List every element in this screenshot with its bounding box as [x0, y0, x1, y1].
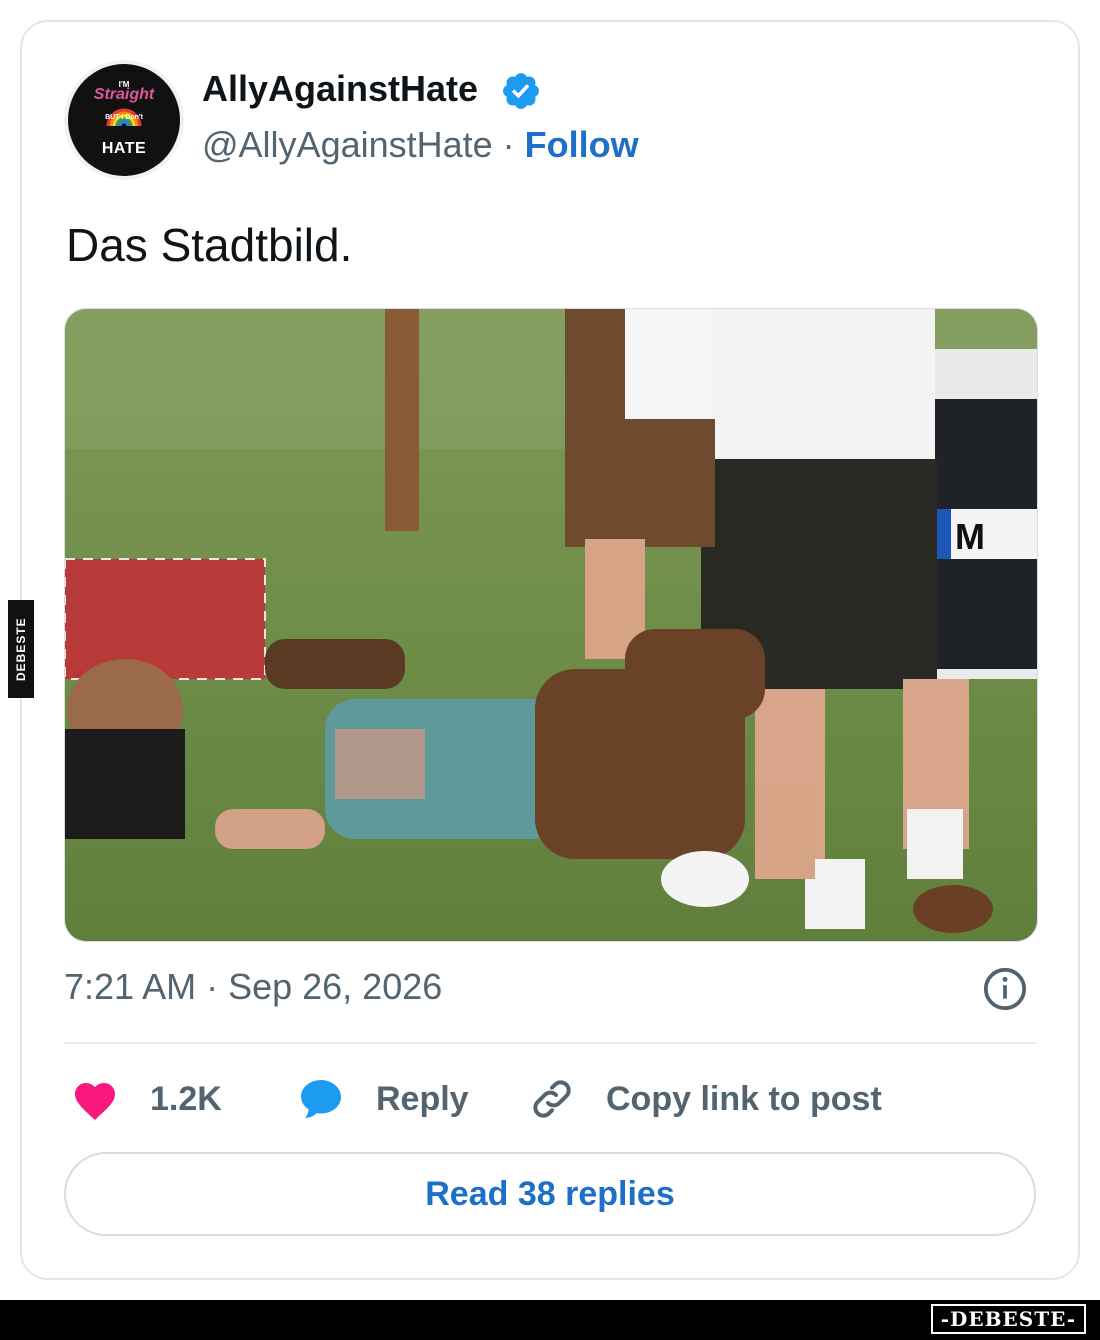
photo-scene: M — [65, 309, 1037, 941]
handle-separator: · — [492, 124, 525, 165]
avatar-text-line3: BUT I Don't — [105, 114, 143, 121]
copy-link-button[interactable]: Copy link to post — [528, 1072, 882, 1126]
tweet-timestamp[interactable]: 7:21 AM · Sep 26, 2026 — [64, 966, 442, 1008]
footer-watermark: -DEBESTE- — [930, 1304, 1086, 1334]
like-button[interactable]: 1.2K — [70, 1072, 222, 1126]
side-watermark: DEBESTE — [8, 600, 34, 698]
follow-button[interactable]: Follow — [525, 124, 639, 165]
license-plate-text: M — [955, 516, 985, 557]
like-count: 1.2K — [150, 1079, 222, 1118]
link-icon — [533, 1080, 571, 1118]
divider — [64, 1042, 1036, 1044]
copy-link-label: Copy link to post — [606, 1079, 882, 1118]
reply-bubble-icon — [301, 1080, 341, 1118]
heart-icon — [75, 1083, 115, 1120]
author-handle[interactable]: @AllyAgainstHate — [202, 124, 493, 165]
reply-button[interactable]: Reply — [296, 1072, 469, 1126]
verified-badge-icon — [503, 73, 539, 109]
avatar-text-line4: HATE — [101, 140, 147, 157]
read-replies-button[interactable]: Read 38 replies — [64, 1152, 1036, 1236]
tweet-photo[interactable]: M — [64, 308, 1038, 942]
author-handle-row: @AllyAgainstHate · Follow — [202, 124, 639, 166]
author-name[interactable]: AllyAgainstHate — [202, 68, 478, 110]
reply-label: Reply — [376, 1079, 469, 1118]
info-icon[interactable] — [982, 966, 1028, 1012]
action-bar: 1.2K Reply Copy link to post — [64, 1072, 1036, 1126]
avatar-text-line2: Straight — [93, 86, 155, 103]
author-avatar[interactable]: I'M Straight BUT I Don't HATE — [68, 64, 180, 176]
tweet-text: Das Stadtbild. — [66, 219, 353, 271]
